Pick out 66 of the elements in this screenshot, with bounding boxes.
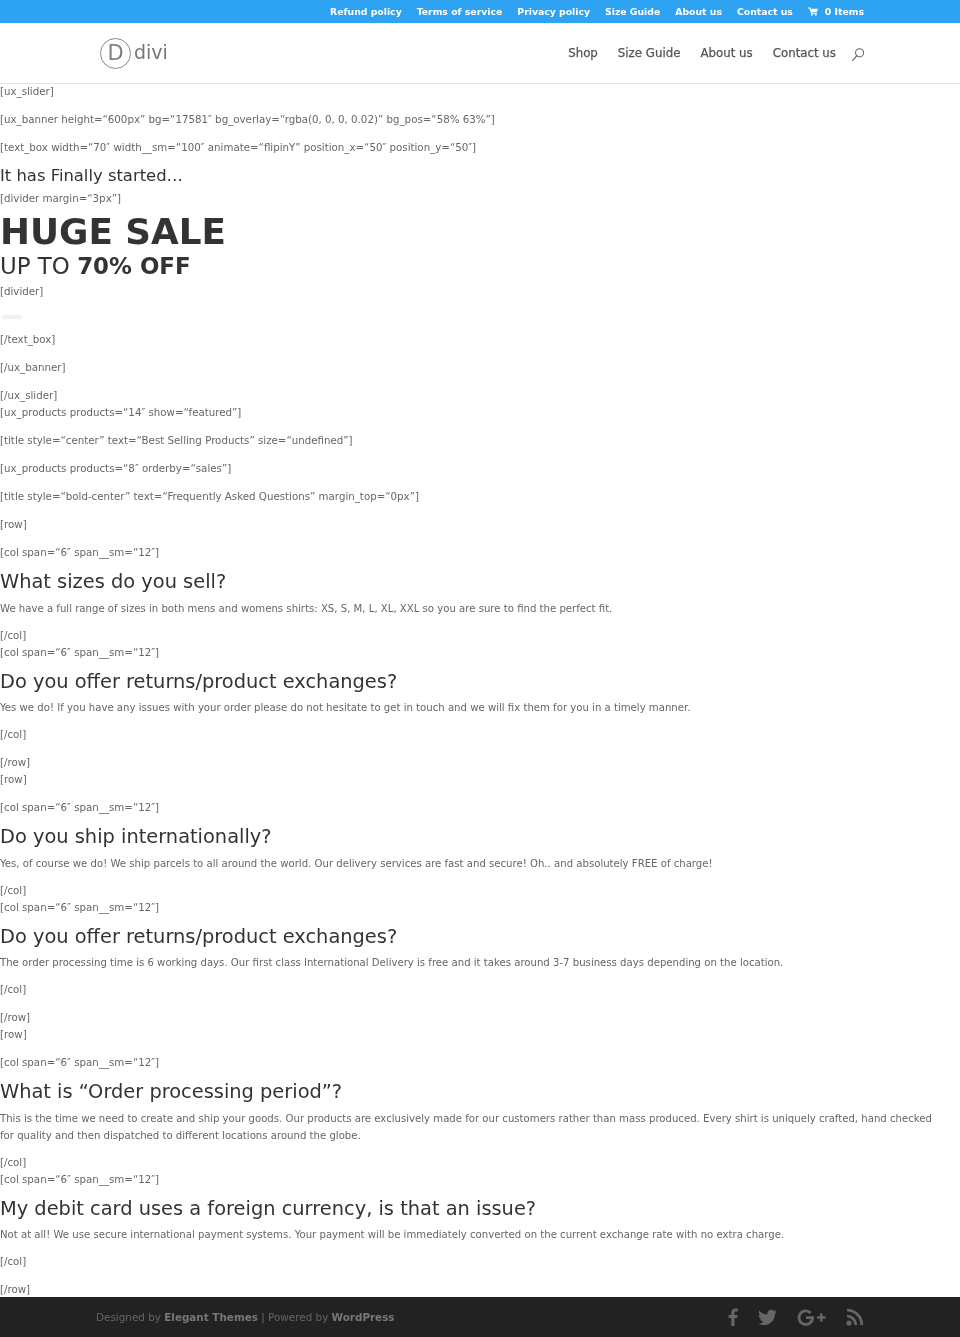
shortcode-text: [/text_box] [0,332,56,348]
top-bar-link[interactable]: Refund policy [330,6,402,17]
shortcode-text: [row] [0,772,27,787]
shortcode-text: [/col] [0,882,27,898]
search-icon[interactable] [852,47,864,61]
shortcode-text: [col span=“6″ span__sm=“12″] [0,644,160,661]
faq-question: My debit card uses a foreign currency, is that an issue? [0,1198,537,1222]
top-bar-link[interactable]: About us [675,6,722,17]
shortcode-text: [ux_products products=“14″ show=“featured”] [0,405,242,421]
cart-icon[interactable] [807,7,818,16]
google-plus-icon[interactable] [797,1307,826,1327]
faq-question: What sizes do you sell? [0,572,227,595]
footer-link[interactable]: WordPress [331,1311,395,1323]
shortcode-text: [divider] [0,284,44,299]
top-bar-link[interactable]: Terms of service [416,6,503,17]
shortcode-text: [/col] [0,1154,27,1170]
banner-tagline: It has Finally started… [0,167,183,187]
footer-credits: Designed by Elegant Themes | Powered by WordPress [96,1311,395,1323]
logo-wordmark[interactable]: divi [134,42,168,64]
faq-answer: The order processing time is 6 working days. Our first class International Delivery is free and it takes around 3-7 business days depending on the location. [0,956,784,970]
rss-icon[interactable] [846,1308,864,1326]
top-bar-link[interactable]: Privacy policy [517,6,591,17]
nav-link[interactable]: Contact us [772,46,836,60]
shortcode-text: [/col] [0,982,27,997]
faq-question: Do you offer returns/product exchanges? [0,671,398,695]
shortcode-text: [row] [0,1027,27,1042]
sale-headline: HUGE SALE [0,218,227,252]
faq-answer: Yes we do! If you have any issues with your order please do not hesitate to get in touch and we will fix them for you in a timely manner. [0,701,691,715]
shortcode-text: [col span=“6″ span__sm=“12″] [0,899,160,916]
footer-link[interactable]: Elegant Themes [164,1311,258,1323]
shortcode-text: [/col] [0,1254,27,1269]
top-bar-link[interactable]: Size Guide [605,6,661,17]
shortcode-text: [title style=“bold-center” text=“Frequently Asked Questions” margin_top=“0px”] [0,489,419,505]
faq-answer: Yes, of course we do! We ship parcels to all around the world. Our delivery services are fast and secure! Oh.. and absolutely FREE of charge! [0,856,713,871]
shortcode-text: [col span=“6″ span__sm=“12″] [0,800,160,816]
shortcode-text: [title style=“center” text=“Best Selling Products” size=“undefined”] [0,433,353,448]
nav-link[interactable]: Shop [568,46,598,60]
faq-answer: This is the time we need to create and ship your goods. Our products are exclusively made for our customers rather than mass produced. Every shirt is uniquely crafted, hand checked for quality and then dispatched to different locations around the globe. [0,1111,933,1143]
nav-link[interactable]: Size Guide [617,46,681,60]
faq-answer: We have a full range of sizes in both mens and womens shirts: XS, S, M, L, XL, XXL so you are sure to find the perfect fit. [0,601,613,616]
shortcode-text: [/row] [0,755,31,770]
shortcode-text: [divider margin=“3px”] [0,191,121,206]
shortcode-text: [col span=“6″ span__sm=“12″] [0,1055,160,1071]
faq-answer: Not at all! We use secure international payment systems. Your payment will be immediately converted on the current exchange rate with no extra charge. [0,1228,785,1242]
shortcode-text: [text_box width=“70″ width__sm=“100″ animate=“flipinY” position_x=“50″ position_y=“50″] [0,140,477,156]
shortcode-text: [/row] [0,1010,31,1025]
shortcode-text: [/col] [0,727,27,742]
top-bar-link[interactable]: Contact us [736,6,793,17]
facebook-icon[interactable] [728,1308,738,1326]
shortcode-text: [col span=“6″ span__sm=“12″] [0,1171,160,1188]
shortcode-text: [row] [0,517,27,532]
shortcode-text: [ux_banner height=“600px” bg=“17581″ bg_overlay=“rgba(0, 0, 0, 0.02)” bg_pos=“58% 63%”] [0,112,495,128]
shortcode-text: [/ux_banner] [0,360,66,376]
twitter-icon[interactable] [758,1309,777,1325]
faq-question: What is “Order processing period”? [0,1082,343,1105]
faq-question: Do you offer returns/product exchanges? [0,926,398,950]
nav-link[interactable]: About us [700,46,753,60]
shortcode-text: [/ux_slider] [0,388,58,404]
shortcode-text: [ux_products products=“8″ orderby=“sales”] [0,461,232,477]
shortcode-text: [/col] [0,627,27,643]
shortcode-text: [col span=“6″ span__sm=“12″] [0,545,160,561]
sale-subheadline: UP TO 70% OFF [0,252,191,281]
cart-link[interactable]: 0 Items [807,6,864,17]
shortcode-text: [ux_slider] [0,84,54,100]
shortcode-text: [/row] [0,1282,31,1297]
faq-question: Do you ship internationally? [0,827,272,850]
